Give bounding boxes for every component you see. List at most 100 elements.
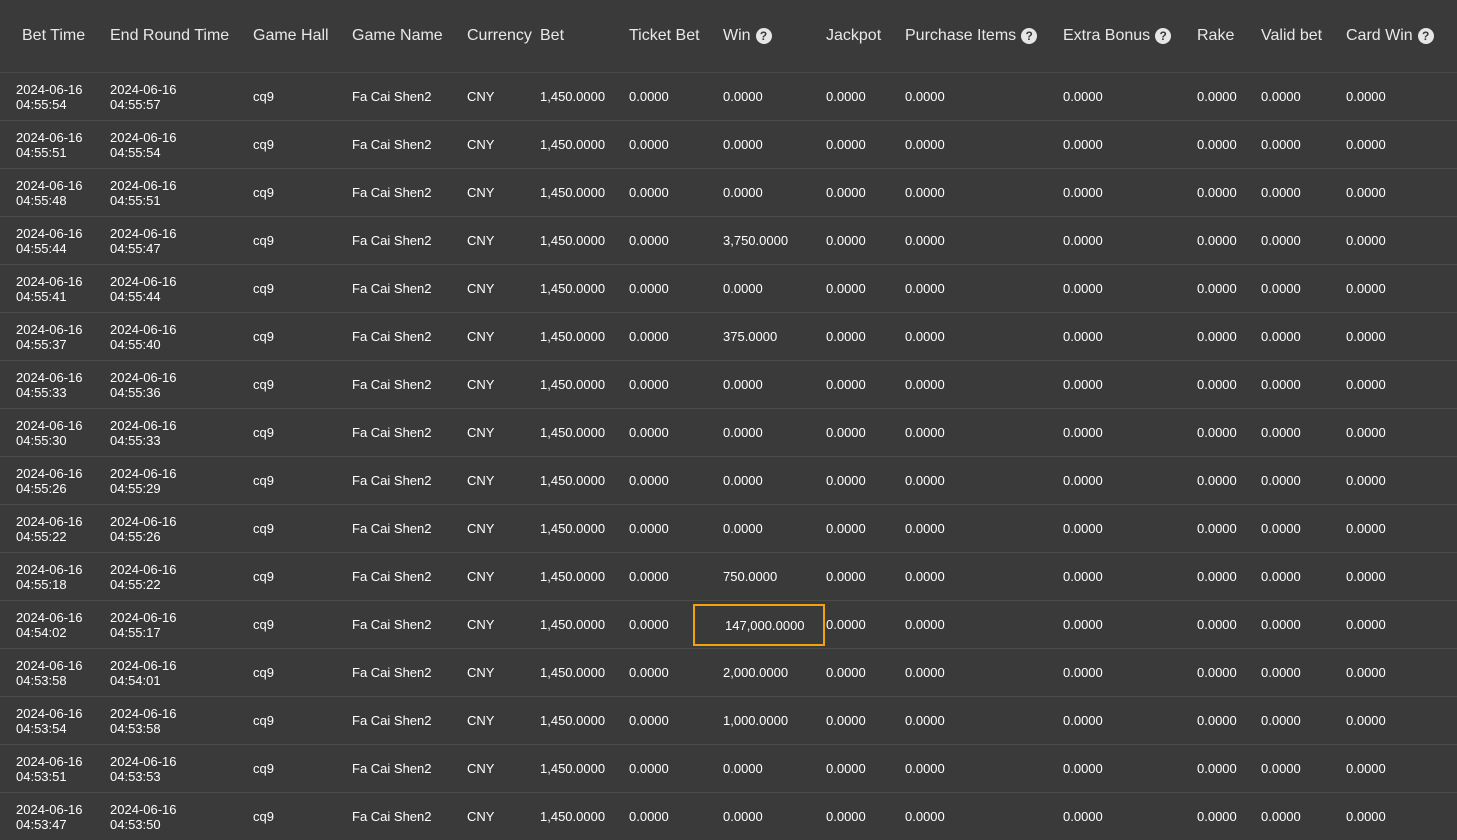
cell-extra-bonus: 0.0000 [1063, 648, 1197, 697]
cell-extra-bonus-value: 0.0000 [1063, 425, 1103, 440]
table-row[interactable]: 2024-06-16 04:55:33 2024-06-16 04:55:36 cq9 F… [0, 360, 1457, 409]
time-text: 04:55:40 [110, 336, 161, 352]
header-ticket-bet[interactable]: Ticket Bet [629, 0, 723, 73]
cell-currency: CNY [451, 504, 540, 553]
cell-game-hall: cq9 [237, 168, 336, 217]
cell-end-round-time: 2024-06-16 04:53:53 [94, 744, 237, 793]
header-bet-time[interactable]: Bet Time [0, 0, 94, 73]
cell-ticket-bet: 0.0000 [629, 648, 723, 697]
cell-game-hall: cq9 [237, 312, 336, 361]
cell-bet-value: 1,450.0000 [540, 329, 606, 344]
cell-card-win: 0.0000 [1346, 360, 1457, 409]
cell-ticket-bet-value: 0.0000 [629, 233, 669, 248]
header-end-round-time[interactable]: End Round Time [94, 0, 237, 73]
cell-rake-value: 0.0000 [1197, 329, 1237, 344]
cell-rake: 0.0000 [1197, 792, 1261, 840]
cell-jackpot-value: 0.0000 [826, 377, 866, 392]
cell-end-round-time-value: 2024-06-16 04:55:17 [110, 610, 237, 640]
cell-currency: CNY [451, 216, 540, 265]
header-game-name[interactable]: Game Name [336, 0, 451, 73]
cell-purchase-items: 0.0000 [905, 600, 1063, 649]
date-text: 2024-06-16 [110, 177, 177, 193]
header-extra-bonus-label: Extra Bonus [1063, 27, 1151, 44]
table-row[interactable]: 2024-06-16 04:55:48 2024-06-16 04:55:51 cq9 F… [0, 168, 1457, 217]
cell-purchase-items-value: 0.0000 [905, 377, 945, 392]
cell-game-name-value: Fa Cai Shen2 [352, 473, 432, 488]
help-icon[interactable]: ? [1417, 28, 1434, 44]
header-jackpot[interactable]: Jackpot [826, 0, 905, 73]
cell-game-hall-value: cq9 [253, 185, 274, 200]
header-currency[interactable]: Currency [451, 0, 540, 73]
cell-card-win: 0.0000 [1346, 792, 1457, 840]
time-text: 04:53:54 [16, 720, 67, 736]
header-bet[interactable]: Bet [540, 0, 629, 73]
table-row[interactable]: 2024-06-16 04:55:18 2024-06-16 04:55:22 cq9 F… [0, 552, 1457, 601]
cell-win: 1,000.0000 [723, 696, 826, 745]
cell-bet-time-value: 2024-06-16 04:55:44 [16, 226, 94, 256]
table-row[interactable]: 2024-06-16 04:55:26 2024-06-16 04:55:29 cq9 F… [0, 456, 1457, 505]
table-row[interactable]: 2024-06-16 04:53:54 2024-06-16 04:53:58 cq9 F… [0, 696, 1457, 745]
cell-game-hall-value: cq9 [253, 809, 274, 824]
cell-end-round-time-value: 2024-06-16 04:55:33 [110, 418, 237, 448]
cell-game-name: Fa Cai Shen2 [336, 408, 451, 457]
time-text: 04:55:51 [110, 192, 161, 208]
header-win[interactable]: Win? [723, 0, 826, 73]
cell-win: 3,750.0000 [723, 216, 826, 265]
header-rake[interactable]: Rake [1197, 0, 1261, 73]
table-row[interactable]: 2024-06-16 04:55:44 2024-06-16 04:55:47 cq9 F… [0, 216, 1457, 265]
cell-purchase-items: 0.0000 [905, 408, 1063, 457]
date-text: 2024-06-16 [16, 225, 83, 241]
cell-purchase-items: 0.0000 [905, 792, 1063, 840]
table-row[interactable]: 2024-06-16 04:54:02 2024-06-16 04:55:17 cq9 F… [0, 600, 1457, 649]
cell-game-name-value: Fa Cai Shen2 [352, 809, 432, 824]
cell-valid-bet-value: 0.0000 [1261, 617, 1301, 632]
cell-extra-bonus: 0.0000 [1063, 744, 1197, 793]
table-row[interactable]: 2024-06-16 04:55:37 2024-06-16 04:55:40 cq9 F… [0, 312, 1457, 361]
table-row[interactable]: 2024-06-16 04:53:51 2024-06-16 04:53:53 cq9 F… [0, 744, 1457, 793]
cell-ticket-bet-value: 0.0000 [629, 617, 669, 632]
header-game-hall[interactable]: Game Hall [237, 0, 336, 73]
cell-win: 0.0000 [723, 120, 826, 169]
cell-purchase-items-value: 0.0000 [905, 281, 945, 296]
cell-game-name: Fa Cai Shen2 [336, 744, 451, 793]
help-icon[interactable]: ? [755, 28, 772, 44]
table-row[interactable]: 2024-06-16 04:53:58 2024-06-16 04:54:01 cq9 F… [0, 648, 1457, 697]
cell-ticket-bet: 0.0000 [629, 792, 723, 840]
cell-bet: 1,450.0000 [540, 216, 629, 265]
table-row[interactable]: 2024-06-16 04:55:22 2024-06-16 04:55:26 cq9 F… [0, 504, 1457, 553]
time-text: 04:55:47 [110, 240, 161, 256]
cell-purchase-items: 0.0000 [905, 312, 1063, 361]
cell-jackpot-value: 0.0000 [826, 281, 866, 296]
cell-extra-bonus-value: 0.0000 [1063, 569, 1103, 584]
help-icon[interactable]: ? [1021, 28, 1038, 44]
table-row[interactable]: 2024-06-16 04:55:30 2024-06-16 04:55:33 cq9 F… [0, 408, 1457, 457]
cell-purchase-items: 0.0000 [905, 168, 1063, 217]
table-row[interactable]: 2024-06-16 04:55:51 2024-06-16 04:55:54 cq9 F… [0, 120, 1457, 169]
cell-card-win: 0.0000 [1346, 600, 1457, 649]
header-card-win[interactable]: Card Win? [1346, 0, 1457, 73]
table-row[interactable]: 2024-06-16 04:53:47 2024-06-16 04:53:50 cq9 F… [0, 792, 1457, 840]
cell-currency-value: CNY [467, 713, 495, 728]
cell-currency: CNY [451, 456, 540, 505]
cell-valid-bet-value: 0.0000 [1261, 521, 1301, 536]
header-extra-bonus[interactable]: Extra Bonus? [1063, 0, 1197, 73]
table-row[interactable]: 2024-06-16 04:55:54 2024-06-16 04:55:57 cq9 F… [0, 72, 1457, 121]
cell-game-name-value: Fa Cai Shen2 [352, 185, 432, 200]
help-icon[interactable]: ? [1155, 28, 1172, 44]
cell-bet-value: 1,450.0000 [540, 617, 606, 632]
cell-currency-value: CNY [467, 137, 495, 152]
cell-game-name: Fa Cai Shen2 [336, 360, 451, 409]
cell-win: 0.0000 [723, 504, 826, 553]
cell-valid-bet-value: 0.0000 [1261, 809, 1301, 824]
cell-extra-bonus: 0.0000 [1063, 456, 1197, 505]
cell-jackpot: 0.0000 [826, 72, 905, 121]
table-row[interactable]: 2024-06-16 04:55:41 2024-06-16 04:55:44 cq9 F… [0, 264, 1457, 313]
cell-win-value: 0.0000 [723, 761, 763, 776]
cell-rake: 0.0000 [1197, 168, 1261, 217]
cell-bet-value: 1,450.0000 [540, 425, 606, 440]
header-purchase-items[interactable]: Purchase Items? [905, 0, 1063, 73]
cell-rake-value: 0.0000 [1197, 137, 1237, 152]
header-valid-bet[interactable]: Valid bet [1261, 0, 1346, 73]
cell-bet: 1,450.0000 [540, 408, 629, 457]
cell-game-hall-value: cq9 [253, 233, 274, 248]
